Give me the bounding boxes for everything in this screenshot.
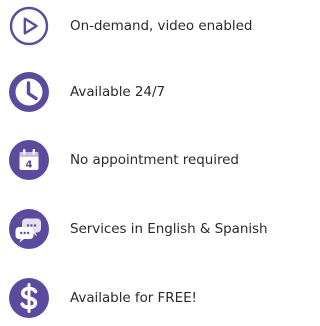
calendar-day-number: 4: [26, 160, 33, 171]
clock-icon: [9, 72, 49, 112]
feature-label: Available for FREE!: [70, 290, 197, 306]
feature-label: On-demand, video enabled: [70, 18, 253, 34]
feature-item-on-demand: On-demand, video enabled: [9, 6, 252, 46]
play-icon: [9, 6, 49, 46]
chat-bubbles-icon: [9, 209, 49, 249]
feature-label: No appointment required: [70, 152, 239, 168]
dollar-icon: [9, 278, 49, 318]
feature-list: On-demand, video enabled Available 24/7 …: [0, 0, 306, 326]
calendar-icon: 4: [9, 140, 49, 180]
feature-label: Services in English & Spanish: [70, 221, 268, 237]
feature-item-free: Available for FREE!: [9, 278, 197, 318]
feature-item-no-appointment: 4 No appointment required: [9, 140, 239, 180]
feature-item-available-24-7: Available 24/7: [9, 72, 165, 112]
feature-item-bilingual-services: Services in English & Spanish: [9, 209, 268, 249]
feature-label: Available 24/7: [70, 84, 166, 100]
